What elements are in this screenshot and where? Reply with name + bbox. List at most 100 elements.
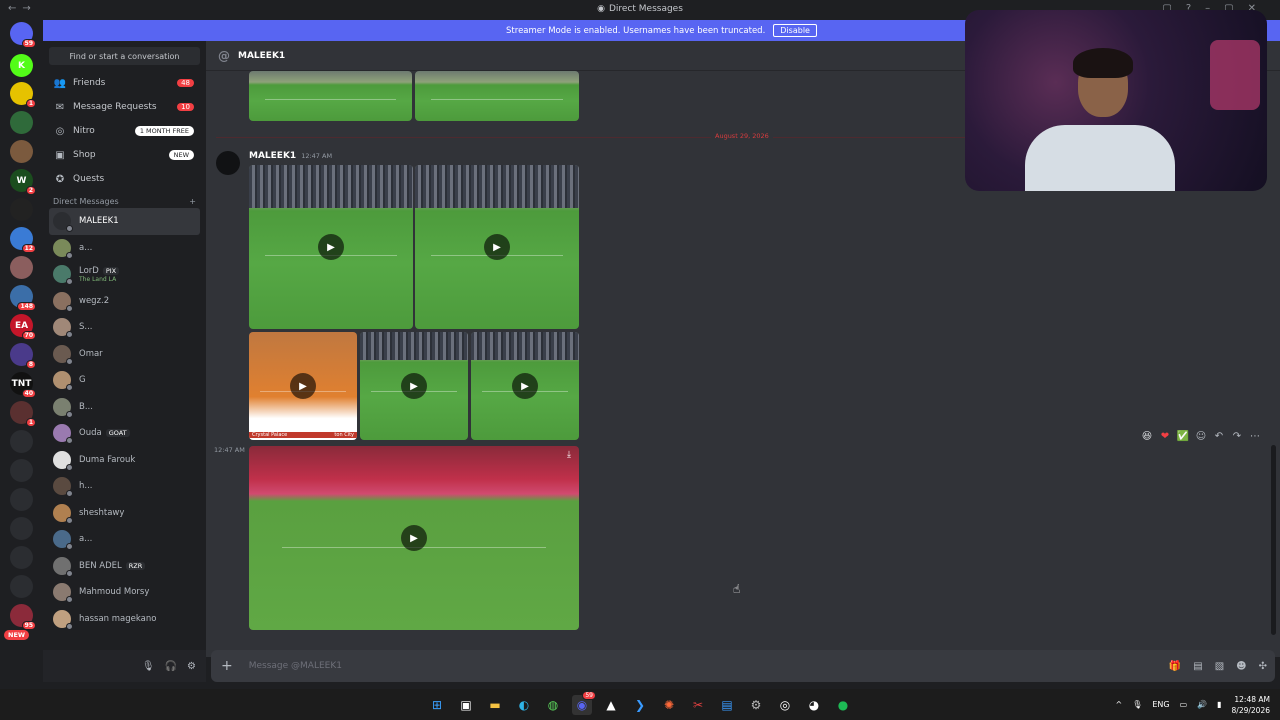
gift-icon[interactable]: 🎁 (1169, 661, 1181, 672)
disable-streamer-button[interactable]: Disable (773, 24, 817, 37)
play-icon[interactable]: ▶ (290, 373, 316, 399)
reaction-laugh-icon[interactable]: 😆 (1141, 430, 1153, 442)
dm-item[interactable]: a... (43, 526, 206, 553)
dm-item[interactable]: G (43, 367, 206, 394)
dm-item[interactable]: B... (43, 394, 206, 421)
sidebar-item-quests[interactable]: ✪ Quests (43, 167, 206, 191)
obs-icon[interactable]: ◎ (775, 695, 795, 715)
dm-item[interactable]: MALEEK1 (49, 208, 200, 235)
snip-tool-icon[interactable]: ✂ (688, 695, 708, 715)
server-icon[interactable]: 12 (10, 227, 36, 253)
server-icon[interactable] (10, 111, 33, 134)
edge-browser-icon[interactable]: ◐ (514, 695, 534, 715)
server-icon[interactable]: 8 (10, 343, 36, 369)
server-icon[interactable] (10, 459, 33, 482)
chat-scrollbar[interactable] (1271, 445, 1276, 635)
sticker-icon[interactable]: ▧ (1215, 661, 1224, 672)
download-icon[interactable]: ⤓ (567, 450, 571, 460)
gif-icon[interactable]: ▤ (1193, 661, 1202, 672)
dm-item[interactable]: Ouda GOAT (43, 420, 206, 447)
spotify-icon[interactable]: ● (833, 695, 853, 715)
emoji-icon[interactable]: ☻ (1236, 661, 1246, 672)
server-icon[interactable] (10, 140, 33, 163)
server-icon[interactable]: W2 (10, 169, 36, 195)
steam-icon[interactable]: ◕ (804, 695, 824, 715)
forward-icon[interactable]: ↷ (1231, 430, 1243, 442)
sidebar-item-nitro[interactable]: ◎ Nitro 1 MONTH FREE (43, 119, 206, 143)
claude-icon[interactable]: ✺ (659, 695, 679, 715)
sidebar-item-shop[interactable]: ▣ Shop NEW (43, 143, 206, 167)
reply-icon[interactable]: ↶ (1213, 430, 1225, 442)
server-icon[interactable] (10, 256, 33, 279)
dm-item[interactable]: Mahmoud Morsy (43, 579, 206, 606)
start-windows-icon[interactable]: ⊞ (427, 695, 447, 715)
more-options-icon[interactable]: ⋯ (1249, 430, 1261, 442)
server-icon[interactable]: 1 (10, 82, 36, 108)
app-a-icon[interactable]: ▲ (601, 695, 621, 715)
server-icon[interactable] (10, 517, 33, 540)
play-icon[interactable]: ▶ (318, 234, 344, 260)
server-icon[interactable]: 148 (10, 285, 36, 311)
dm-item[interactable]: sheshtawy (43, 500, 206, 527)
server-icon[interactable]: 59 (10, 22, 36, 48)
play-icon[interactable]: ▶ (401, 373, 427, 399)
add-reaction-icon[interactable]: ☺ (1195, 430, 1207, 442)
server-icon[interactable] (10, 198, 33, 221)
mic-tray-icon[interactable]: 🎙 (1132, 700, 1142, 709)
reaction-heart-icon[interactable]: ❤ (1159, 430, 1171, 442)
attach-plus-icon[interactable]: + (221, 658, 233, 674)
sidebar-item-message-requests[interactable]: ✉ Message Requests 10 (43, 95, 206, 119)
server-icon[interactable] (10, 430, 33, 453)
video-thumbnail[interactable]: ▶ (249, 165, 413, 329)
dm-item[interactable]: a... (43, 235, 206, 262)
network-icon[interactable]: ▭ (1180, 700, 1188, 709)
dm-item[interactable]: wegz.2 (43, 288, 206, 315)
vscode-icon[interactable]: ❯ (630, 695, 650, 715)
server-icon[interactable] (10, 488, 33, 511)
message-composer[interactable]: + Message @MALEEK1 🎁 ▤ ▧ ☻ ✣ (211, 650, 1275, 682)
task-view-icon[interactable]: ▣ (456, 695, 476, 715)
volume-icon[interactable]: 🔊 (1197, 700, 1207, 709)
video-thumbnail[interactable]: ▶ 0 - 2 Crystal Palace ton City (249, 332, 357, 440)
dm-item[interactable]: S... (43, 314, 206, 341)
mic-icon[interactable]: 🎙 (142, 661, 155, 672)
notepad-icon[interactable]: ▤ (717, 695, 737, 715)
discord-taskbar-icon[interactable]: ◉ 59 (572, 690, 596, 715)
author-avatar[interactable] (216, 151, 240, 175)
video-thumbnail[interactable]: ▶ (415, 165, 579, 329)
apps-icon[interactable]: ✣ (1259, 661, 1267, 672)
video-thumbnail[interactable] (415, 71, 579, 121)
server-icon[interactable] (10, 575, 33, 598)
server-icon[interactable]: EA 70 (10, 314, 36, 340)
app-q-icon[interactable]: ◍ (543, 695, 563, 715)
chevron-up-icon[interactable]: ^ (1115, 700, 1122, 709)
server-icon[interactable]: TNT 40 (10, 372, 36, 398)
reaction-check-icon[interactable]: ✅ (1177, 430, 1189, 442)
settings-taskbar-icon[interactable]: ⚙ (746, 695, 766, 715)
video-thumbnail[interactable]: ▶ (360, 332, 468, 440)
sidebar-item-friends[interactable]: 👥 Friends 48 (43, 71, 206, 95)
clock[interactable]: 12:48 AM 8/29/2026 (1232, 694, 1270, 716)
dm-item[interactable]: Omar (43, 341, 206, 368)
play-icon[interactable]: ▶ (484, 234, 510, 260)
find-conversation-button[interactable]: Find or start a conversation (49, 47, 200, 65)
battery-icon[interactable]: ▮ (1217, 700, 1221, 709)
create-dm-icon[interactable]: + (189, 197, 196, 206)
server-icon[interactable] (10, 546, 33, 569)
headphones-icon[interactable]: 🎧 (165, 661, 177, 672)
video-thumbnail[interactable]: ▶ ⤓ (249, 446, 579, 630)
settings-gear-icon[interactable]: ⚙ (187, 661, 196, 672)
dm-item[interactable]: Duma Farouk (43, 447, 206, 474)
server-icon[interactable]: 1 (10, 401, 36, 427)
author-name[interactable]: MALEEK1 (249, 151, 296, 161)
dm-item[interactable]: hassan magekano (43, 606, 206, 633)
file-explorer-icon[interactable]: ▬ (485, 695, 505, 715)
play-icon[interactable]: ▶ (512, 373, 538, 399)
video-thumbnail[interactable]: ▶ (471, 332, 579, 440)
dm-item[interactable]: BEN ADEL RZR (43, 553, 206, 580)
server-icon[interactable]: K (10, 54, 33, 77)
video-thumbnail[interactable] (249, 71, 412, 121)
back-forward-arrows[interactable]: ←→ (8, 3, 37, 14)
dm-item[interactable]: h... (43, 473, 206, 500)
dm-item[interactable]: LorD PIX The Land LA (43, 261, 206, 288)
